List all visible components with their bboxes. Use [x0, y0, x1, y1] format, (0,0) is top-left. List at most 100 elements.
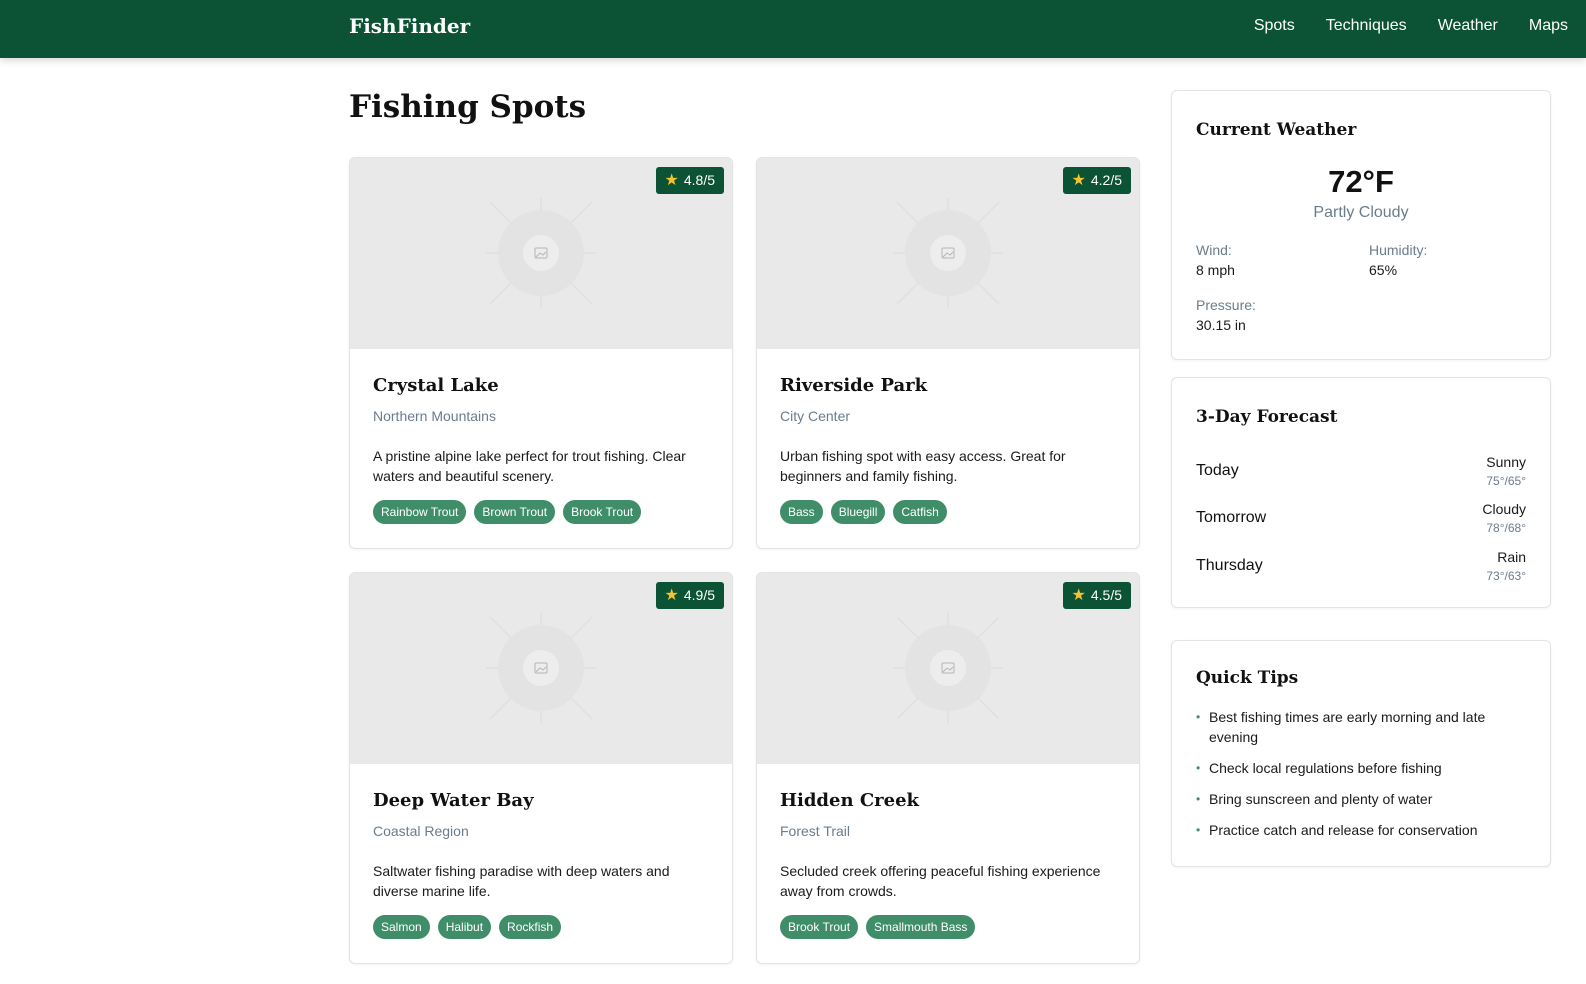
top-navbar: FishFinder Spots Techniques Weather Maps — [0, 0, 1586, 58]
humidity-label: Humidity: — [1369, 242, 1428, 258]
spot-image-placeholder: ★ 4.5/5 — [757, 573, 1139, 764]
spot-card-hidden-creek[interactable]: ★ 4.5/5 Hidden Creek Forest Trail Seclud… — [756, 572, 1140, 964]
tip-item: • Practice catch and release for conserva… — [1196, 820, 1526, 840]
fish-tag[interactable]: Smallmouth Bass — [866, 915, 976, 939]
forecast-condition: Sunny — [1486, 454, 1526, 470]
nav-link-spots[interactable]: Spots — [1254, 17, 1295, 35]
fish-tag[interactable]: Brook Trout — [563, 500, 642, 524]
bullet-dot-icon: • — [1196, 761, 1201, 775]
rating-badge: ★ 4.5/5 — [1062, 582, 1131, 609]
tip-item: • Bring sunscreen and plenty of water — [1196, 789, 1526, 809]
humidity-value: 65% — [1369, 262, 1398, 278]
spot-name[interactable]: Riverside Park — [780, 375, 1116, 396]
spot-description: Saltwater fishing paradise with deep wat… — [373, 863, 670, 899]
fish-tag[interactable]: Brook Trout — [780, 915, 859, 939]
rating-value: 4.9/5 — [683, 587, 715, 603]
rating-badge: ★ 4.9/5 — [655, 582, 724, 609]
bullet-dot-icon: • — [1196, 710, 1201, 724]
rating-value: 4.8/5 — [683, 172, 715, 188]
current-weather-panel: Current Weather 72°F Partly Cloudy Wind:… — [1171, 90, 1551, 360]
tips-list: • Best fishing times are early morning an… — [1196, 707, 1526, 851]
spot-image-placeholder: ★ 4.2/5 — [757, 158, 1139, 349]
star-icon: ★ — [1071, 172, 1086, 189]
pressure-value: 30.15 in — [1196, 317, 1246, 333]
fish-tag[interactable]: Catfish — [893, 500, 947, 524]
brand-logo[interactable]: FishFinder — [349, 14, 470, 38]
forecast-row: Tomorrow Cloudy 78°/68° — [1196, 501, 1526, 537]
forecast-row: Today Sunny 75°/65° — [1196, 454, 1526, 490]
fish-tag[interactable]: Bass — [780, 500, 823, 524]
spot-name[interactable]: Hidden Creek — [780, 790, 1116, 811]
quick-tips-panel: Quick Tips • Best fishing times are early… — [1171, 640, 1551, 867]
forecast-day: Today — [1196, 462, 1239, 479]
fish-tag[interactable]: Halibut — [437, 915, 492, 939]
forecast-condition: Cloudy — [1482, 501, 1526, 517]
fish-tags: Salmon Halibut Rockfish — [373, 915, 709, 939]
forecast-day: Tomorrow — [1196, 509, 1267, 526]
forecast-panel: 3-Day Forecast Today Sunny 75°/65° Tomor… — [1171, 377, 1551, 608]
fish-tag[interactable]: Salmon — [373, 915, 430, 939]
tip-text: Check local regulations before fishing — [1209, 760, 1442, 776]
card-body: Crystal Lake Northern Mountains A pristi… — [373, 375, 709, 524]
tip-text: Practice catch and release for conservat… — [1209, 822, 1478, 838]
pressure-stat: Pressure: 30.15 in — [1196, 297, 1256, 333]
spot-name[interactable]: Deep Water Bay — [373, 790, 709, 811]
card-body: Hidden Creek Forest Trail Secluded creek… — [780, 790, 1116, 939]
forecast-day: Thursday — [1196, 557, 1263, 574]
fish-tag[interactable]: Rainbow Trout — [373, 500, 467, 524]
wind-stat: Wind: 8 mph — [1196, 242, 1235, 278]
forecast-temps: 78°/68° — [1486, 521, 1526, 535]
page-title: Fishing Spots — [349, 89, 587, 125]
fish-tags: Rainbow Trout Brown Trout Brook Trout — [373, 500, 709, 524]
nav-link-weather[interactable]: Weather — [1438, 17, 1498, 35]
spot-region: Northern Mountains — [373, 408, 496, 424]
fish-tags: Brook Trout Smallmouth Bass — [780, 915, 1116, 939]
forecast-temps: 75°/65° — [1486, 474, 1526, 488]
nav-link-maps[interactable]: Maps — [1529, 17, 1568, 35]
spot-card-crystal-lake[interactable]: ★ 4.8/5 Crystal Lake Northern Mountains … — [349, 157, 733, 549]
card-body: Deep Water Bay Coastal Region Saltwater … — [373, 790, 709, 939]
tip-text: Bring sunscreen and plenty of water — [1209, 791, 1433, 807]
panel-title: Current Weather — [1196, 120, 1357, 140]
spot-card-riverside-park[interactable]: ★ 4.2/5 Riverside Park City Center Urban… — [756, 157, 1140, 549]
spot-card-deep-water-bay[interactable]: ★ 4.9/5 Deep Water Bay Coastal Region Sa… — [349, 572, 733, 964]
pressure-label: Pressure: — [1196, 297, 1256, 313]
spot-description: Urban fishing spot with easy access. Gre… — [780, 448, 1066, 484]
spot-region: Coastal Region — [373, 823, 469, 839]
current-temperature: 72°F — [1328, 164, 1394, 199]
tip-text: Best fishing times are early morning and… — [1209, 709, 1486, 745]
fish-tags: Bass Bluegill Catfish — [780, 500, 1116, 524]
wind-label: Wind: — [1196, 242, 1232, 258]
wind-value: 8 mph — [1196, 262, 1235, 278]
bullet-dot-icon: • — [1196, 792, 1201, 806]
star-icon: ★ — [1071, 587, 1086, 604]
nav-link-techniques[interactable]: Techniques — [1326, 17, 1407, 35]
humidity-stat: Humidity: 65% — [1369, 242, 1427, 278]
bullet-dot-icon: • — [1196, 823, 1201, 837]
panel-title: Quick Tips — [1196, 668, 1299, 688]
tip-item: • Best fishing times are early morning an… — [1196, 707, 1526, 747]
spot-description: Secluded creek offering peaceful fishing… — [780, 863, 1101, 899]
forecast-condition: Rain — [1497, 549, 1526, 565]
tip-item: • Check local regulations before fishing — [1196, 758, 1526, 778]
spot-image-placeholder: ★ 4.9/5 — [350, 573, 732, 764]
panel-title: 3-Day Forecast — [1196, 407, 1338, 427]
rating-badge: ★ 4.8/5 — [655, 167, 724, 194]
spot-name[interactable]: Crystal Lake — [373, 375, 709, 396]
fish-tag[interactable]: Brown Trout — [474, 500, 556, 524]
spot-region: Forest Trail — [780, 823, 851, 839]
rating-badge: ★ 4.2/5 — [1062, 167, 1131, 194]
forecast-row: Thursday Rain 73°/63° — [1196, 549, 1526, 585]
card-body: Riverside Park City Center Urban fishing… — [780, 375, 1116, 524]
main-nav: Spots Techniques Weather Maps — [1254, 17, 1568, 35]
star-icon: ★ — [664, 172, 679, 189]
rating-value: 4.5/5 — [1090, 587, 1122, 603]
fish-tag[interactable]: Bluegill — [830, 500, 886, 524]
star-icon: ★ — [664, 587, 679, 604]
fish-tag[interactable]: Rockfish — [499, 915, 562, 939]
spot-description: A pristine alpine lake perfect for trout… — [373, 448, 686, 484]
spot-image-placeholder: ★ 4.8/5 — [350, 158, 732, 349]
rating-value: 4.2/5 — [1090, 172, 1122, 188]
spot-region: City Center — [780, 408, 851, 424]
forecast-temps: 73°/63° — [1486, 569, 1526, 583]
